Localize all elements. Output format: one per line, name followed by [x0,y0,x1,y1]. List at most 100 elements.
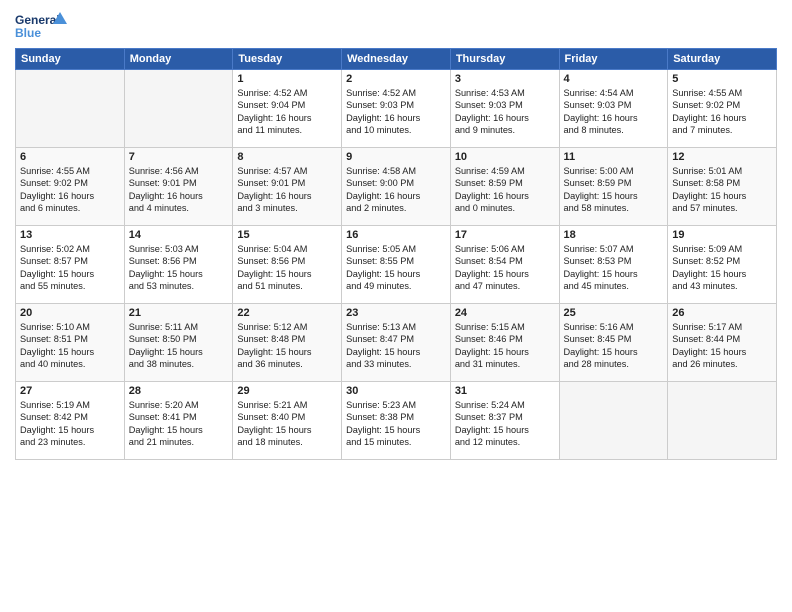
day-info-line: Sunrise: 4:55 AM [20,165,120,177]
day-info-line: Sunset: 8:55 PM [346,255,446,267]
day-info-line: Daylight: 15 hours [672,268,772,280]
day-info-line: Daylight: 15 hours [20,346,120,358]
day-number: 28 [129,385,229,397]
calendar-cell: 8Sunrise: 4:57 AMSunset: 9:01 PMDaylight… [233,148,342,226]
day-info-line: Sunset: 8:45 PM [564,333,664,345]
day-info-line: Sunset: 8:42 PM [20,411,120,423]
day-number: 24 [455,307,555,319]
day-info-line: Sunrise: 5:16 AM [564,321,664,333]
day-info-line: Daylight: 15 hours [672,190,772,202]
day-info-line: Sunrise: 5:12 AM [237,321,337,333]
day-number: 23 [346,307,446,319]
day-info-line: and 23 minutes. [20,436,120,448]
day-number: 22 [237,307,337,319]
week-row-3: 13Sunrise: 5:02 AMSunset: 8:57 PMDayligh… [16,226,777,304]
header-day-friday: Friday [559,49,668,70]
day-info-line: Sunset: 9:00 PM [346,177,446,189]
day-info-line: Sunset: 8:44 PM [672,333,772,345]
day-info-line: and 55 minutes. [20,280,120,292]
day-info-line: Sunrise: 4:59 AM [455,165,555,177]
day-info-line: Daylight: 15 hours [129,346,229,358]
logo-icon: GeneralBlue [15,10,75,42]
day-info-line: Daylight: 16 hours [564,112,664,124]
calendar-cell: 2Sunrise: 4:52 AMSunset: 9:03 PMDaylight… [342,70,451,148]
calendar-cell: 16Sunrise: 5:05 AMSunset: 8:55 PMDayligh… [342,226,451,304]
day-info-line: and 38 minutes. [129,358,229,370]
calendar-cell: 27Sunrise: 5:19 AMSunset: 8:42 PMDayligh… [16,382,125,460]
header-day-thursday: Thursday [450,49,559,70]
day-info-line: Daylight: 16 hours [346,112,446,124]
day-info-line: Daylight: 15 hours [129,424,229,436]
day-info-line: Daylight: 15 hours [20,268,120,280]
day-info-line: Daylight: 15 hours [564,346,664,358]
day-number: 4 [564,73,664,85]
day-info-line: Daylight: 16 hours [455,190,555,202]
day-info-line: Sunrise: 5:01 AM [672,165,772,177]
day-info-line: Sunrise: 5:13 AM [346,321,446,333]
calendar-cell: 1Sunrise: 4:52 AMSunset: 9:04 PMDaylight… [233,70,342,148]
header: GeneralBlue [15,10,777,42]
day-number: 27 [20,385,120,397]
day-info-line: Daylight: 15 hours [455,346,555,358]
day-info-line: and 43 minutes. [672,280,772,292]
day-info-line: and 58 minutes. [564,202,664,214]
day-info-line: Sunrise: 5:06 AM [455,243,555,255]
day-number: 30 [346,385,446,397]
calendar-cell: 21Sunrise: 5:11 AMSunset: 8:50 PMDayligh… [124,304,233,382]
day-info-line: Sunrise: 5:20 AM [129,399,229,411]
day-info-line: and 31 minutes. [455,358,555,370]
calendar-cell: 5Sunrise: 4:55 AMSunset: 9:02 PMDaylight… [668,70,777,148]
day-number: 8 [237,151,337,163]
day-info-line: Daylight: 15 hours [564,268,664,280]
day-info-line: Sunrise: 4:57 AM [237,165,337,177]
calendar-cell: 19Sunrise: 5:09 AMSunset: 8:52 PMDayligh… [668,226,777,304]
day-info-line: Sunrise: 5:09 AM [672,243,772,255]
day-info-line: Sunrise: 5:04 AM [237,243,337,255]
calendar-cell: 29Sunrise: 5:21 AMSunset: 8:40 PMDayligh… [233,382,342,460]
day-info-line: Sunrise: 4:52 AM [346,87,446,99]
day-info-line: Daylight: 15 hours [129,268,229,280]
day-number: 7 [129,151,229,163]
day-info-line: Daylight: 16 hours [455,112,555,124]
day-info-line: and 4 minutes. [129,202,229,214]
calendar-cell: 7Sunrise: 4:56 AMSunset: 9:01 PMDaylight… [124,148,233,226]
day-info-line: Daylight: 16 hours [237,112,337,124]
day-info-line: Sunrise: 5:10 AM [20,321,120,333]
day-info-line: Sunset: 8:47 PM [346,333,446,345]
day-info-line: Sunset: 9:04 PM [237,99,337,111]
calendar-cell: 15Sunrise: 5:04 AMSunset: 8:56 PMDayligh… [233,226,342,304]
day-info-line: Sunrise: 4:55 AM [672,87,772,99]
calendar-cell [16,70,125,148]
day-info-line: and 45 minutes. [564,280,664,292]
day-number: 20 [20,307,120,319]
day-info-line: Sunset: 8:41 PM [129,411,229,423]
day-info-line: Sunrise: 5:17 AM [672,321,772,333]
day-info-line: Sunrise: 4:58 AM [346,165,446,177]
day-number: 6 [20,151,120,163]
day-info-line: Sunrise: 4:53 AM [455,87,555,99]
day-number: 26 [672,307,772,319]
day-info-line: Sunset: 8:57 PM [20,255,120,267]
day-number: 11 [564,151,664,163]
week-row-1: 1Sunrise: 4:52 AMSunset: 9:04 PMDaylight… [16,70,777,148]
header-day-wednesday: Wednesday [342,49,451,70]
day-info-line: Daylight: 16 hours [237,190,337,202]
day-number: 14 [129,229,229,241]
calendar-cell: 6Sunrise: 4:55 AMSunset: 9:02 PMDaylight… [16,148,125,226]
calendar-page: GeneralBlue SundayMondayTuesdayWednesday… [0,0,792,612]
day-info-line: Sunrise: 5:00 AM [564,165,664,177]
svg-text:Blue: Blue [15,26,41,40]
day-info-line: Sunrise: 5:07 AM [564,243,664,255]
day-info-line: Daylight: 15 hours [564,190,664,202]
day-info-line: and 47 minutes. [455,280,555,292]
week-row-4: 20Sunrise: 5:10 AMSunset: 8:51 PMDayligh… [16,304,777,382]
day-info-line: and 9 minutes. [455,124,555,136]
svg-text:General: General [15,13,60,27]
day-number: 1 [237,73,337,85]
day-info-line: Sunset: 8:52 PM [672,255,772,267]
calendar-cell: 25Sunrise: 5:16 AMSunset: 8:45 PMDayligh… [559,304,668,382]
day-info-line: Sunrise: 4:56 AM [129,165,229,177]
day-info-line: and 57 minutes. [672,202,772,214]
day-number: 10 [455,151,555,163]
day-info-line: Sunset: 9:03 PM [346,99,446,111]
